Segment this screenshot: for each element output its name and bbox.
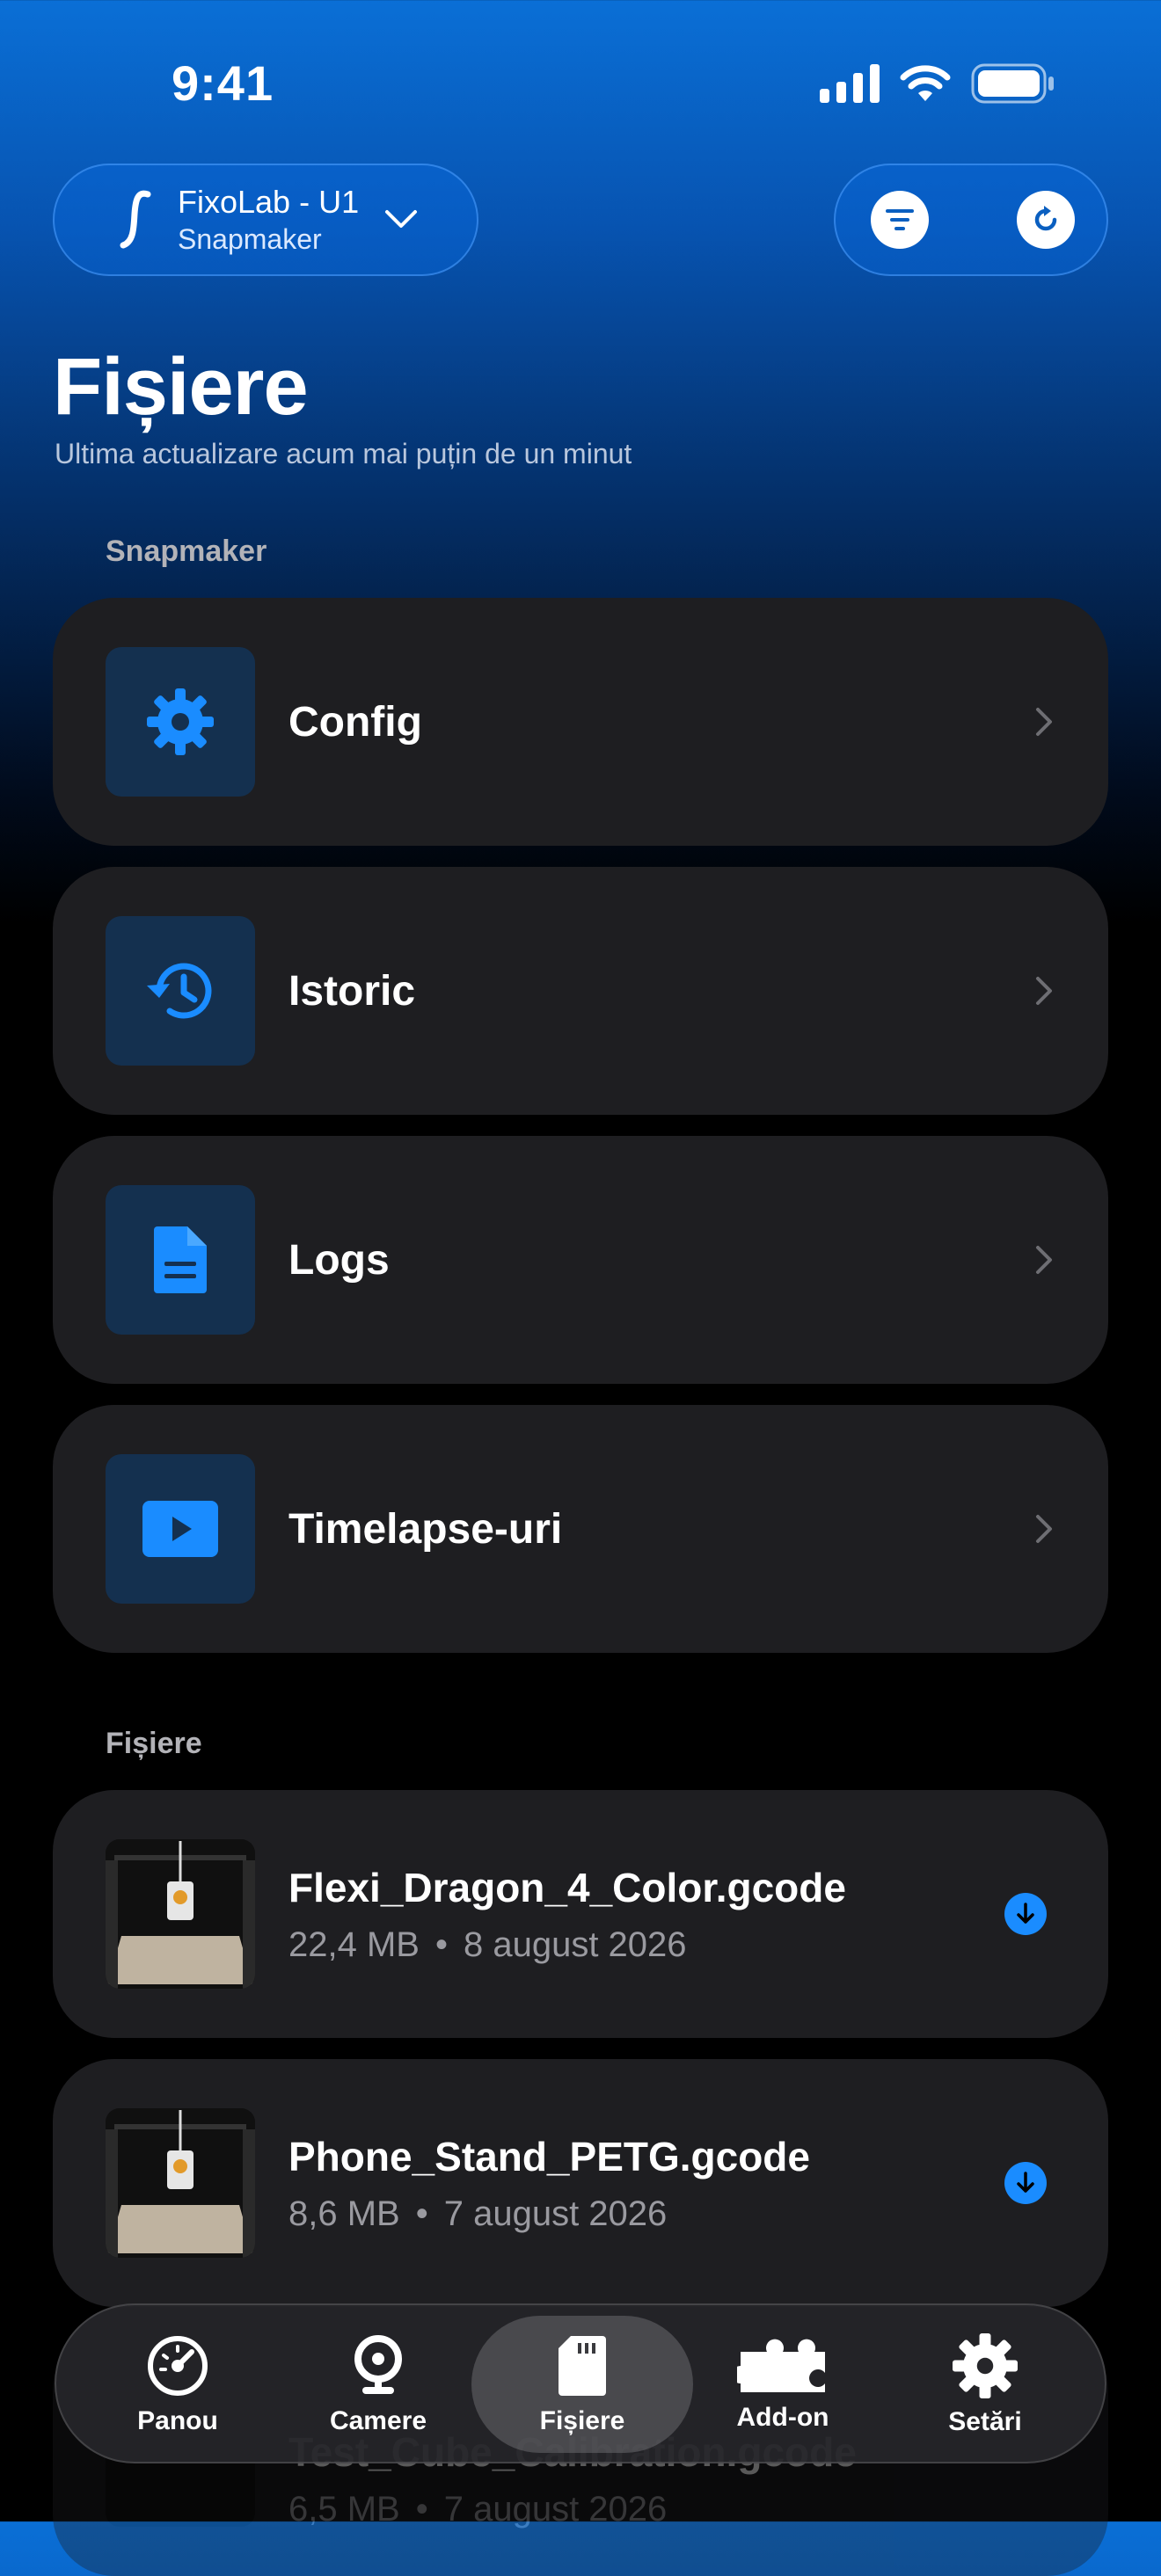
tab-label: Fișiere — [539, 2406, 625, 2435]
gear-icon — [953, 2333, 1018, 2398]
refresh-button[interactable] — [1017, 191, 1075, 249]
list-item-label: Istoric — [288, 967, 416, 1015]
tab-camere[interactable]: Camere — [281, 2305, 475, 2465]
printer-logo-icon — [109, 189, 162, 251]
file-name: Flexi_Dragon_4_Color.gcode — [288, 1864, 846, 1910]
file-thumbnail — [106, 1839, 255, 1989]
filter-icon — [886, 209, 914, 230]
printer-selector[interactable]: FixoLab - U1 Snapmaker — [53, 164, 478, 276]
file-size: 6,5 MB — [288, 2489, 400, 2529]
printer-model: Snapmaker — [178, 223, 322, 255]
refresh-icon — [1034, 206, 1057, 231]
tab-label: Add-on — [736, 2403, 829, 2432]
arrow-down-icon — [1017, 1903, 1034, 1924]
tab-fisiere[interactable]: Fișiere — [486, 2305, 679, 2465]
download-button[interactable] — [1004, 1893, 1047, 1935]
tab-panou[interactable]: Panou — [81, 2305, 274, 2465]
list-item-label: Timelapse-uri — [288, 1505, 563, 1553]
tab-addon[interactable]: Add-on — [686, 2305, 880, 2465]
list-item-config[interactable]: Config — [53, 598, 1108, 846]
download-button[interactable] — [1004, 2162, 1047, 2204]
status-time: 9:41 — [172, 55, 274, 111]
separator-dot: • — [415, 2489, 428, 2529]
webcam-icon — [354, 2335, 402, 2394]
chevron-right-icon — [1036, 708, 1052, 736]
list-item-logs[interactable]: Logs — [53, 1136, 1108, 1384]
section-label-files: Fișiere — [106, 1727, 202, 1760]
file-name: Phone_Stand_PETG.gcode — [288, 2133, 810, 2179]
separator-dot: • — [434, 1925, 448, 1964]
list-item-history[interactable]: Istoric — [53, 867, 1108, 1115]
filter-button[interactable] — [871, 191, 929, 249]
separator-dot: • — [415, 2194, 428, 2233]
file-date: 8 august 2026 — [463, 1925, 687, 1964]
file-row[interactable]: Flexi_Dragon_4_Color.gcode 22,4 MB • 8 aug… — [53, 1790, 1108, 2038]
gauge-icon — [148, 2336, 208, 2396]
chevron-down-icon — [385, 210, 418, 228]
history-icon-tile — [106, 916, 255, 1066]
timelapse-icon-tile — [106, 1454, 255, 1604]
tab-label: Camere — [329, 2406, 427, 2435]
page-title: Fișiere — [53, 342, 309, 432]
printer-name: FixoLab - U1 — [178, 184, 360, 220]
last-updated-text: Ultima actualizare acum mai puțin de un … — [55, 438, 632, 469]
file-size: 22,4 MB — [288, 1925, 420, 1964]
config-icon-tile — [106, 647, 255, 797]
list-item-timelapses[interactable]: Timelapse-uri — [53, 1405, 1108, 1653]
chevron-right-icon — [1036, 1515, 1052, 1543]
puzzle-icon — [737, 2339, 825, 2392]
tab-label: Panou — [137, 2406, 218, 2435]
chevron-right-icon — [1036, 977, 1052, 1005]
wifi-icon — [900, 65, 951, 101]
file-row[interactable]: Phone_Stand_PETG.gcode 8,6 MB • 7 august 2… — [53, 2059, 1108, 2307]
logs-icon-tile — [106, 1185, 255, 1335]
gear-icon — [147, 688, 214, 755]
history-icon — [147, 963, 212, 1019]
file-thumbnail — [106, 2108, 255, 2258]
list-item-label: Config — [288, 698, 422, 746]
chevron-right-icon — [1036, 1246, 1052, 1274]
tab-setari[interactable]: Setări — [888, 2305, 1082, 2465]
arrow-down-icon — [1017, 2172, 1034, 2193]
document-icon — [154, 1226, 207, 1293]
file-date: 7 august 2026 — [443, 2489, 668, 2529]
sd-card-icon — [559, 2336, 606, 2396]
list-item-label: Logs — [288, 1236, 390, 1284]
header-actions — [834, 164, 1108, 276]
play-icon — [142, 1501, 218, 1557]
tab-bar: Panou Camere Fișiere Add-on Setări — [55, 2303, 1106, 2463]
battery-icon — [971, 63, 1054, 104]
status-icons — [820, 63, 1055, 104]
tab-label: Setări — [948, 2407, 1022, 2436]
file-size: 8,6 MB — [288, 2194, 400, 2233]
signal-icon — [820, 64, 880, 103]
file-date: 7 august 2026 — [443, 2194, 668, 2233]
section-label-snapmaker: Snapmaker — [106, 535, 267, 568]
